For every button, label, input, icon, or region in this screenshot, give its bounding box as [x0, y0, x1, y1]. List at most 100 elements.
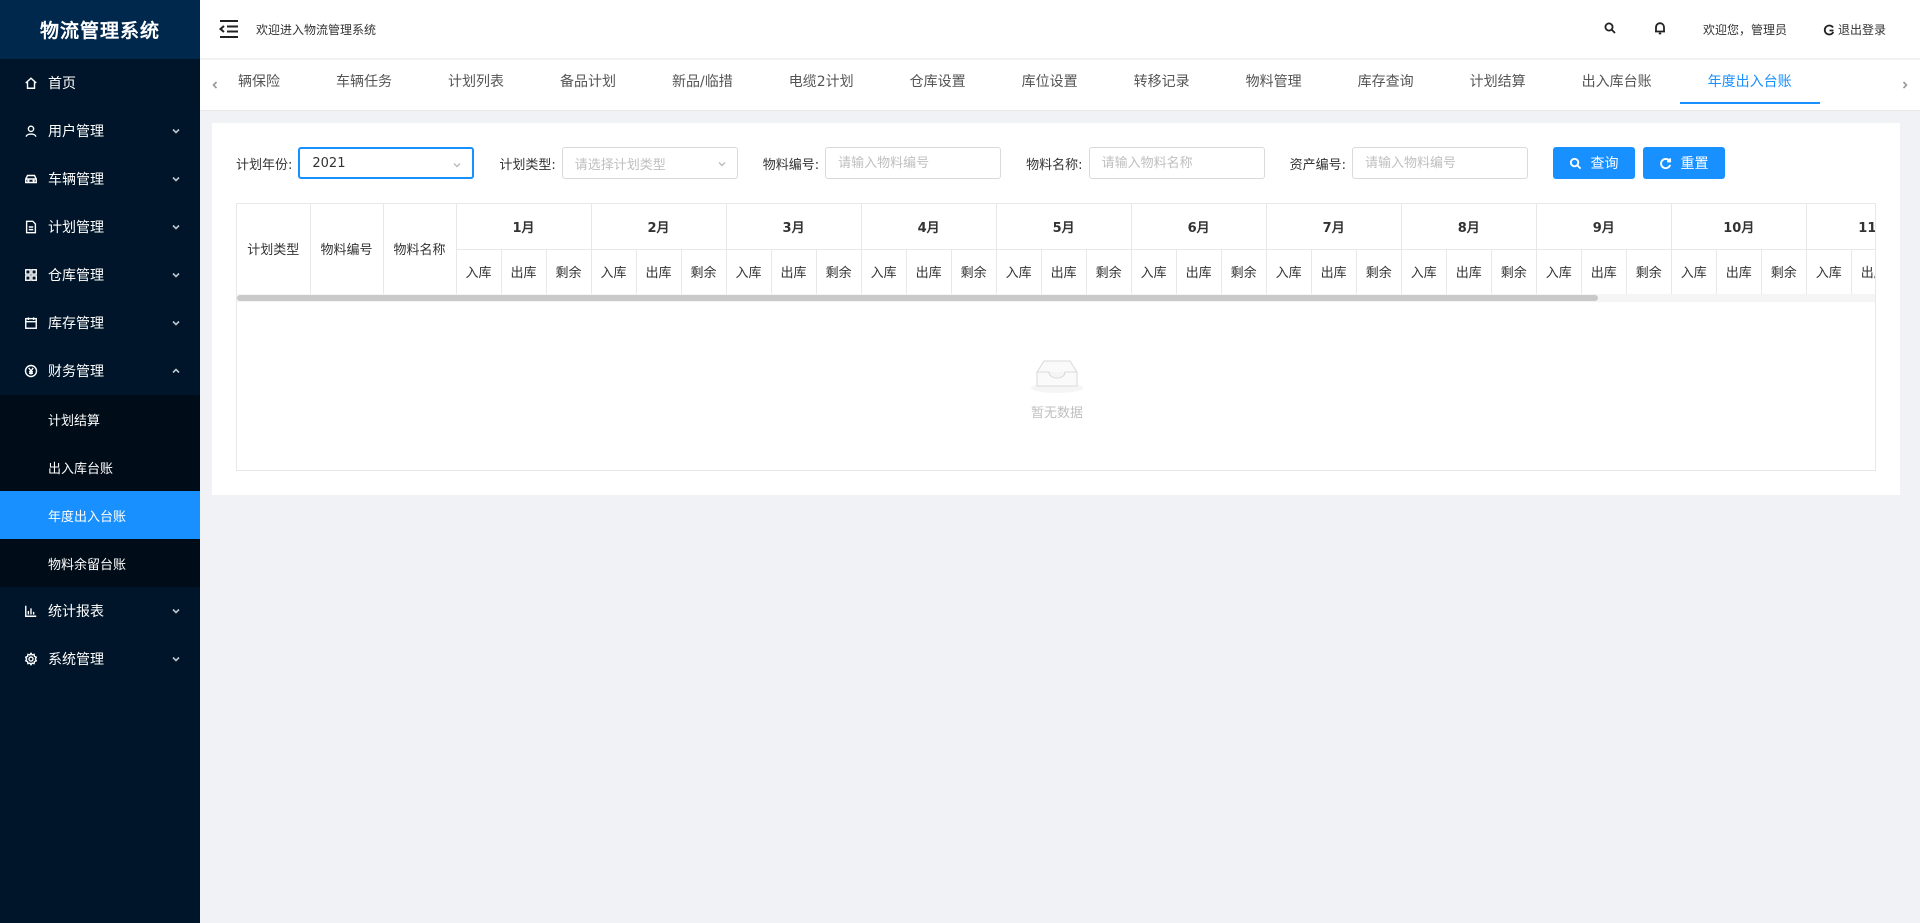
column-header-month: 1月 [456, 204, 592, 250]
search-button[interactable]: 查询 [1552, 147, 1635, 179]
bell-icon[interactable] [1653, 21, 1667, 38]
column-header-month: 2月 [591, 204, 727, 250]
tabs-scroll-right-icon[interactable] [1890, 60, 1920, 111]
logout-button[interactable]: 退出登录 [1823, 21, 1886, 38]
column-header-sub: 出库 [1851, 249, 1875, 295]
sidebar-subitem-annual-ledger[interactable]: 年度出入台账 [0, 491, 200, 539]
column-header-sub: 入库 [1536, 249, 1582, 295]
column-header-sub: 剩余 [816, 249, 862, 295]
sidebar-item-label: 计划管理 [48, 220, 104, 236]
sidebar-item-stats-report[interactable]: 统计报表 [0, 587, 200, 635]
column-header-sub: 出库 [906, 249, 952, 295]
menu-collapse-icon[interactable] [218, 18, 240, 40]
tab-item[interactable]: 仓库设置 [882, 60, 994, 111]
sidebar-item-inventory-mgmt[interactable]: 库存管理 [0, 299, 200, 347]
sidebar-item-label: 首页 [48, 76, 76, 92]
empty-state: 暂无数据 [237, 302, 1875, 470]
header-actions: 欢迎您，管理员 退出登录 [1603, 0, 1886, 59]
tab-item[interactable]: 计划结算 [1442, 60, 1554, 111]
column-header-sub: 出库 [771, 249, 817, 295]
sidebar-item-system-mgmt[interactable]: 系统管理 [0, 635, 200, 683]
tab-item[interactable]: 电缆2计划 [761, 60, 882, 111]
column-header-sub: 出库 [636, 249, 682, 295]
column-header-sub: 出库 [1041, 249, 1087, 295]
gear-icon [24, 652, 38, 666]
tab-item[interactable]: 年度出入台账 [1679, 60, 1820, 111]
sidebar-item-finance-mgmt[interactable]: 财务管理 [0, 347, 200, 395]
column-header-sub: 入库 [1671, 249, 1717, 295]
chevron-down-icon [170, 605, 182, 617]
material-name-input[interactable] [1088, 147, 1265, 179]
column-header-month: 3月 [726, 204, 862, 250]
filter-bar: 计划年份: 2021 计划类型: 请选择计划类型 物料编号: 物料名称: 资产编… [236, 147, 1733, 179]
column-header-sub: 入库 [996, 249, 1042, 295]
reset-button[interactable]: 重置 [1642, 147, 1725, 179]
plan-type-placeholder: 请选择计划类型 [574, 157, 666, 173]
column-header-sub: 剩余 [1086, 249, 1132, 295]
sidebar-subitem-material-residual-ledger[interactable]: 物料余留台账 [0, 539, 200, 587]
sidebar-item-label: 用户管理 [48, 124, 104, 140]
sidebar-item-label: 仓库管理 [48, 268, 104, 284]
sidebar-subitem-inout-ledger[interactable]: 出入库台账 [0, 443, 200, 491]
tab-item[interactable]: 车辆任务 [308, 60, 420, 111]
home-icon [24, 76, 38, 90]
column-header-month: 8月 [1401, 204, 1537, 250]
sidebar-item-user-mgmt[interactable]: 用户管理 [0, 107, 200, 155]
column-header-sub: 剩余 [1626, 249, 1672, 295]
sidebar-item-plan-mgmt[interactable]: 计划管理 [0, 203, 200, 251]
tab-item[interactable]: 物料管理 [1218, 60, 1330, 111]
tab-item[interactable]: 计划列表 [420, 60, 532, 111]
material-name-label: 物料名称: [1026, 157, 1083, 173]
tab-item[interactable]: 转移记录 [1106, 60, 1218, 111]
empty-box-icon [1031, 360, 1083, 393]
asset-code-input[interactable] [1351, 147, 1528, 179]
logout-label: 退出登录 [1837, 23, 1886, 37]
ledger-table-header: 计划类型物料编号物料名称1月2月3月4月5月6月7月8月9月10月11月 入库出… [237, 204, 1875, 295]
sidebar-item-home[interactable]: 首页 [0, 59, 200, 107]
column-header-sub: 入库 [1266, 249, 1312, 295]
bar-chart-icon [24, 604, 38, 618]
search-icon[interactable] [1603, 21, 1617, 38]
chevron-down-icon [170, 653, 182, 665]
column-header-month: 9月 [1536, 204, 1672, 250]
column-header-sub: 剩余 [951, 249, 997, 295]
column-header-sub: 出库 [1581, 249, 1627, 295]
tab-item[interactable]: 库存查询 [1330, 60, 1442, 111]
sidebar-item-warehouse-mgmt[interactable]: 仓库管理 [0, 251, 200, 299]
column-header-sub: 出库 [1176, 249, 1222, 295]
chevron-up-icon [170, 365, 182, 377]
tab-item[interactable]: 辆保险 [230, 60, 308, 111]
table-horizontal-scrollbar[interactable] [237, 294, 1875, 302]
chevron-down-icon [170, 269, 182, 281]
column-header-fixed: 物料编号 [310, 204, 384, 295]
tab-item[interactable]: 新品/临措 [644, 60, 761, 111]
scrollbar-thumb[interactable] [237, 295, 1598, 301]
tab-item[interactable]: 出入库台账 [1554, 60, 1680, 111]
tab-item[interactable]: 库位设置 [994, 60, 1106, 111]
tab-item[interactable]: 备品计划 [532, 60, 644, 111]
empty-text: 暂无数据 [1030, 405, 1083, 421]
column-header-sub: 剩余 [1761, 249, 1807, 295]
sidebar-item-vehicle-mgmt[interactable]: 车辆管理 [0, 155, 200, 203]
column-header-month: 6月 [1131, 204, 1267, 250]
chevron-down-icon [170, 317, 182, 329]
tabs-scroll-left-icon[interactable] [200, 60, 230, 111]
app-logo-title: 物流管理系统 [0, 0, 200, 59]
calendar-icon [24, 316, 38, 330]
sidebar-item-label: 库存管理 [48, 316, 104, 332]
sidebar-item-label: 财务管理 [48, 364, 104, 380]
column-header-sub: 入库 [1131, 249, 1177, 295]
plan-type-select[interactable]: 请选择计划类型 [561, 147, 738, 179]
column-header-sub: 入库 [726, 249, 772, 295]
material-code-input[interactable] [825, 147, 1002, 179]
chevron-down-icon [170, 221, 182, 233]
sidebar-subitem-plan-settlement[interactable]: 计划结算 [0, 395, 200, 443]
sidebar-item-label: 车辆管理 [48, 172, 104, 188]
finance-submenu: 计划结算 出入库台账 年度出入台账 物料余留台账 [0, 395, 200, 587]
column-header-sub: 出库 [1446, 249, 1492, 295]
year-select[interactable]: 2021 [298, 147, 475, 179]
column-header-month: 7月 [1266, 204, 1402, 250]
column-header-sub: 入库 [456, 249, 502, 295]
logout-icon [1823, 24, 1835, 35]
column-header-sub: 出库 [1311, 249, 1357, 295]
